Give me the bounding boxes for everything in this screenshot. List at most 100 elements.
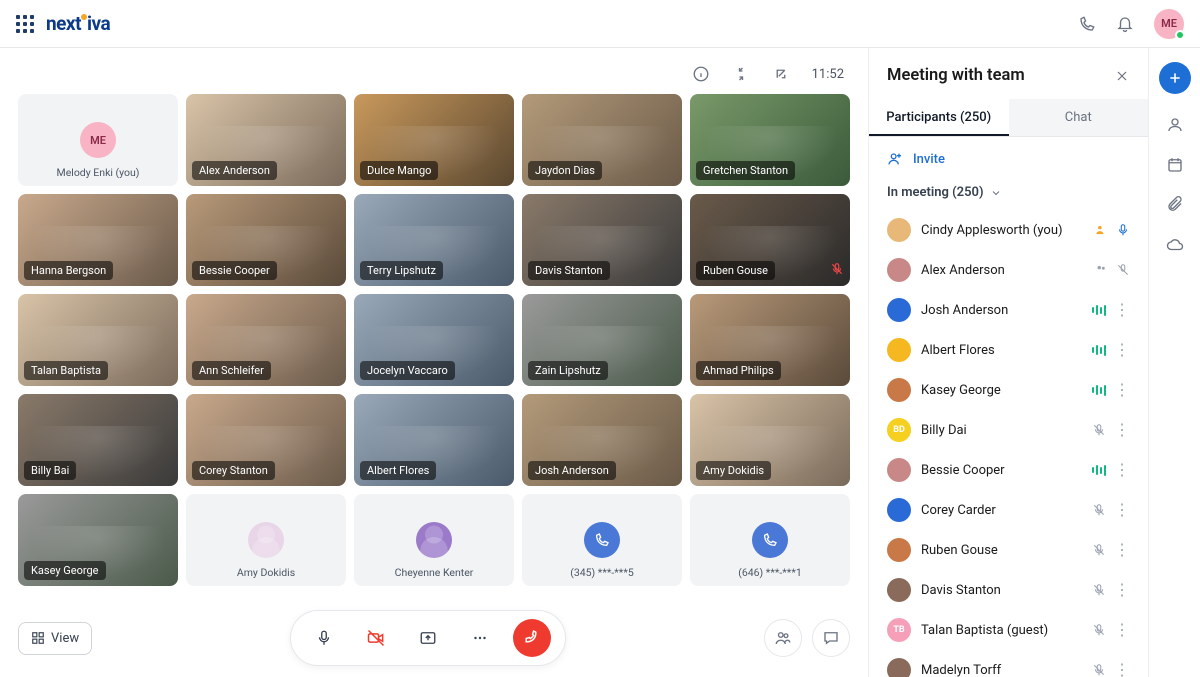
contacts-icon[interactable] bbox=[1166, 116, 1184, 134]
participant-row[interactable]: Ruben Gouse⋮ bbox=[869, 530, 1148, 570]
participant-row[interactable]: Josh Anderson⋮ bbox=[869, 290, 1148, 330]
participant-row[interactable]: BDBilly Dai⋮ bbox=[869, 410, 1148, 450]
video-tile[interactable]: Zain Lipshutz bbox=[522, 294, 682, 386]
video-tile[interactable]: Bessie Cooper bbox=[186, 194, 346, 286]
video-tile[interactable]: Dulce Mango bbox=[354, 94, 514, 186]
video-tile[interactable]: Josh Anderson bbox=[522, 394, 682, 486]
tile-name: Albert Flores bbox=[360, 461, 436, 480]
tile-name: Davis Stanton bbox=[528, 261, 610, 280]
view-button[interactable]: View bbox=[18, 622, 92, 655]
participant-row[interactable]: Kasey George⋮ bbox=[869, 370, 1148, 410]
video-tile[interactable]: Ann Schleifer bbox=[186, 294, 346, 386]
share-button[interactable] bbox=[409, 619, 447, 657]
phone-icon[interactable] bbox=[1078, 15, 1096, 33]
participant-row[interactable]: Madelyn Torff⋮ bbox=[869, 650, 1148, 677]
participant-row[interactable]: Cindy Applesworth (you) bbox=[869, 210, 1148, 250]
tile-name: Dulce Mango bbox=[360, 161, 438, 180]
participant-avatar bbox=[887, 378, 911, 402]
participant-avatar bbox=[887, 338, 911, 362]
tab-participants[interactable]: Participants (250) bbox=[869, 99, 1009, 136]
bell-icon[interactable] bbox=[1116, 15, 1134, 33]
attachment-icon[interactable] bbox=[1166, 196, 1184, 214]
video-tile[interactable]: Amy Dokidis bbox=[690, 394, 850, 486]
participant-row[interactable]: Albert Flores⋮ bbox=[869, 330, 1148, 370]
mic-muted-icon bbox=[1092, 543, 1106, 557]
tile-name: (646) ***-***1 bbox=[731, 563, 809, 582]
video-tile[interactable]: Cheyenne Kenter bbox=[354, 494, 514, 586]
tile-name: Jaydon Dias bbox=[528, 161, 602, 180]
video-tile[interactable]: Ruben Gouse bbox=[690, 194, 850, 286]
video-tile[interactable]: Ahmad Philips bbox=[690, 294, 850, 386]
video-tile[interactable]: Jocelyn Vaccaro bbox=[354, 294, 514, 386]
tile-name: Talan Baptista bbox=[24, 361, 108, 380]
camera-off-button[interactable] bbox=[357, 619, 395, 657]
video-tile[interactable]: Terry Lipshutz bbox=[354, 194, 514, 286]
chat-button[interactable] bbox=[812, 619, 850, 657]
participants-button[interactable] bbox=[764, 619, 802, 657]
video-tile[interactable]: Alex Anderson bbox=[186, 94, 346, 186]
cloud-icon[interactable] bbox=[1166, 236, 1184, 254]
popout-icon[interactable] bbox=[772, 65, 790, 83]
participant-avatar bbox=[887, 578, 911, 602]
mic-muted-icon bbox=[1092, 623, 1106, 637]
user-avatar[interactable]: ME bbox=[1154, 9, 1184, 39]
participant-avatar bbox=[887, 258, 911, 282]
video-tile[interactable]: MEMelody Enki (you) bbox=[18, 94, 178, 186]
video-tile[interactable]: Amy Dokidis bbox=[186, 494, 346, 586]
invite-button[interactable]: Invite bbox=[869, 137, 1148, 181]
video-tile[interactable]: (345) ***-***5 bbox=[522, 494, 682, 586]
mic-icon bbox=[1116, 223, 1130, 237]
topbar: nextiva ME bbox=[0, 0, 1200, 48]
video-tile[interactable]: Kasey George bbox=[18, 494, 178, 586]
info-icon[interactable] bbox=[692, 65, 710, 83]
side-panel: Meeting with team Participants (250) Cha… bbox=[868, 48, 1148, 677]
video-tile[interactable]: Billy Bai bbox=[18, 394, 178, 486]
participant-name: Madelyn Torff bbox=[921, 663, 1082, 677]
participant-row[interactable]: Alex Anderson bbox=[869, 250, 1148, 290]
participant-name: Billy Dai bbox=[921, 423, 1082, 438]
calendar-icon[interactable] bbox=[1166, 156, 1184, 174]
minimize-icon[interactable] bbox=[732, 65, 750, 83]
close-icon[interactable] bbox=[1114, 68, 1130, 84]
participant-row[interactable]: Bessie Cooper⋮ bbox=[869, 450, 1148, 490]
section-inmeeting[interactable]: In meeting (250) bbox=[869, 181, 1148, 210]
participant-list: Cindy Applesworth (you) Alex AndersonJosh… bbox=[869, 210, 1148, 677]
presence-indicator bbox=[1175, 30, 1185, 40]
tile-name: Ann Schleifer bbox=[192, 361, 271, 380]
chevron-down-icon bbox=[990, 187, 1002, 199]
tile-name: Corey Stanton bbox=[192, 461, 275, 480]
video-tile[interactable]: (646) ***-***1 bbox=[690, 494, 850, 586]
participant-name: Davis Stanton bbox=[921, 583, 1082, 598]
add-button[interactable] bbox=[1159, 62, 1191, 94]
participant-avatar bbox=[887, 218, 911, 242]
participant-name: Ruben Gouse bbox=[921, 543, 1082, 558]
tile-name: Ahmad Philips bbox=[696, 361, 781, 380]
video-tile[interactable]: Albert Flores bbox=[354, 394, 514, 486]
mic-muted-icon bbox=[1092, 583, 1106, 597]
meeting-stage: 11:52 MEMelody Enki (you)Alex AndersonDu… bbox=[0, 48, 868, 677]
tile-name: Kasey George bbox=[24, 561, 106, 580]
end-call-button[interactable] bbox=[513, 619, 551, 657]
participant-name: Cindy Applesworth (you) bbox=[921, 223, 1084, 238]
more-button[interactable] bbox=[461, 619, 499, 657]
tab-chat[interactable]: Chat bbox=[1009, 99, 1149, 136]
phone-avatar-icon bbox=[584, 522, 620, 558]
tile-name: Josh Anderson bbox=[528, 461, 616, 480]
speaking-indicator bbox=[1092, 465, 1106, 476]
mic-button[interactable] bbox=[305, 619, 343, 657]
video-tile[interactable]: Talan Baptista bbox=[18, 294, 178, 386]
video-tile[interactable]: Gretchen Stanton bbox=[690, 94, 850, 186]
participant-row[interactable]: TBTalan Baptista (guest)⋮ bbox=[869, 610, 1148, 650]
video-tile[interactable]: Corey Stanton bbox=[186, 394, 346, 486]
participant-row[interactable]: Corey Carder⋮ bbox=[869, 490, 1148, 530]
tile-name: Gretchen Stanton bbox=[696, 161, 795, 180]
tile-name: Terry Lipshutz bbox=[360, 261, 443, 280]
logo[interactable]: nextiva bbox=[46, 12, 110, 35]
mic-muted-icon bbox=[1092, 423, 1106, 437]
participant-row[interactable]: Davis Stanton⋮ bbox=[869, 570, 1148, 610]
apps-grid-icon[interactable] bbox=[16, 15, 34, 33]
video-tile[interactable]: Hanna Bergson bbox=[18, 194, 178, 286]
video-tile[interactable]: Jaydon Dias bbox=[522, 94, 682, 186]
video-tile[interactable]: Davis Stanton bbox=[522, 194, 682, 286]
mic-muted-icon bbox=[1116, 263, 1130, 277]
